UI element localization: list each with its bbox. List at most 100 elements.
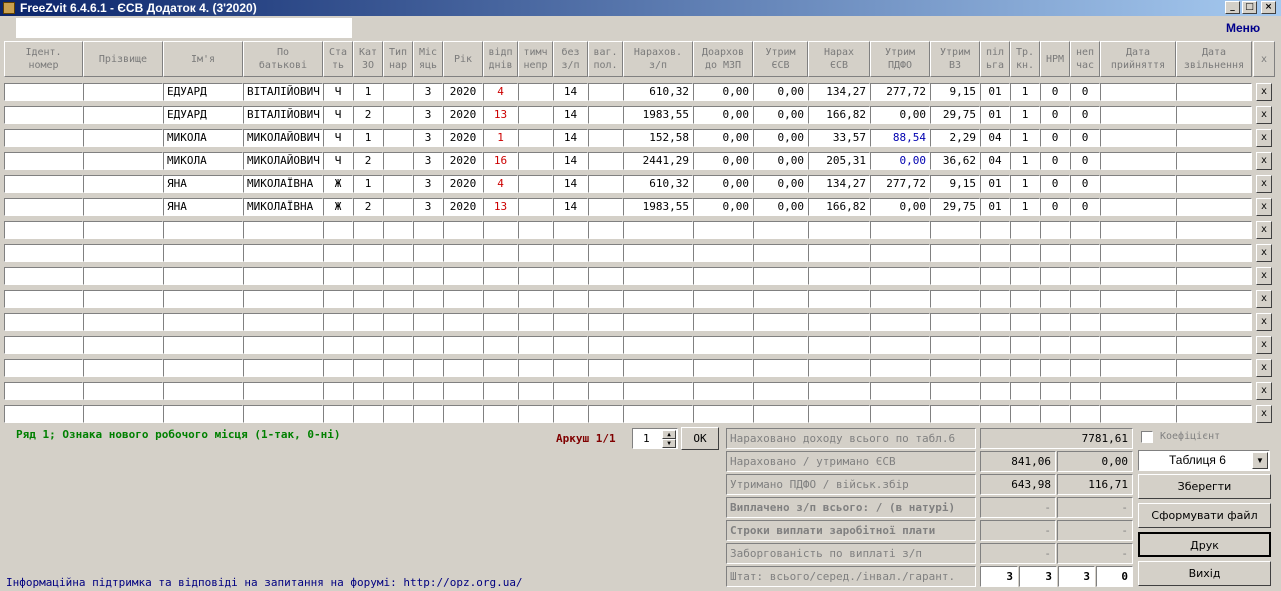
grid-cell-name[interactable] <box>4 244 83 262</box>
grid-cell-year[interactable] <box>443 359 483 377</box>
grid-cell-accrued[interactable] <box>623 313 693 331</box>
grid-cell-cat[interactable]: 1 <box>353 175 383 193</box>
grid-cell-nrm[interactable]: 0 <box>1040 152 1070 170</box>
grid-cell-topup[interactable]: 0,00 <box>693 83 753 101</box>
grid-cell-surname[interactable] <box>83 221 163 239</box>
grid-cell-year[interactable] <box>443 290 483 308</box>
grid-cell-hire[interactable] <box>1100 129 1176 147</box>
grid-cell-nopay[interactable] <box>553 221 588 239</box>
grid-cell-nrm[interactable]: 0 <box>1040 106 1070 124</box>
delete-row-button[interactable]: x <box>1256 152 1272 170</box>
grid-cell-accrued[interactable]: 2441,29 <box>623 152 693 170</box>
grid-cell-nopay[interactable]: 14 <box>553 129 588 147</box>
grid-cell-nrm[interactable] <box>1040 290 1070 308</box>
grid-cell-surname[interactable] <box>83 106 163 124</box>
grid-cell-month[interactable]: 3 <box>413 152 443 170</box>
grid-cell-nopay[interactable]: 14 <box>553 106 588 124</box>
grid-cell-esv_acc[interactable] <box>808 359 870 377</box>
grid-cell-esv_acc[interactable]: 33,57 <box>808 129 870 147</box>
grid-cell-year[interactable] <box>443 221 483 239</box>
grid-cell-fire[interactable] <box>1176 129 1252 147</box>
grid-cell-patronymic[interactable]: МИКОЛАЇВНА <box>243 175 323 193</box>
grid-cell-lgota[interactable]: 01 <box>980 106 1010 124</box>
grid-cell-trkn[interactable] <box>1010 382 1040 400</box>
grid-cell-vz[interactable]: 2,29 <box>930 129 980 147</box>
grid-cell-nepchas[interactable]: 0 <box>1070 175 1100 193</box>
grid-cell-patronymic[interactable] <box>243 290 323 308</box>
grid-cell-month[interactable] <box>413 313 443 331</box>
delete-row-button[interactable]: x <box>1256 382 1272 400</box>
grid-cell-nopay[interactable] <box>553 382 588 400</box>
grid-cell-month[interactable] <box>413 336 443 354</box>
grid-cell-esv_ret[interactable] <box>753 290 808 308</box>
grid-cell-esv_ret[interactable] <box>753 244 808 262</box>
grid-cell-tmp[interactable] <box>518 152 553 170</box>
grid-cell-hire[interactable] <box>1100 382 1176 400</box>
grid-cell-pdfo[interactable] <box>870 267 930 285</box>
grid-cell-topup[interactable]: 0,00 <box>693 129 753 147</box>
grid-cell-nepchas[interactable] <box>1070 290 1100 308</box>
grid-cell-nepchas[interactable]: 0 <box>1070 152 1100 170</box>
delete-row-button[interactable]: x <box>1256 221 1272 239</box>
grid-cell-first[interactable]: ЕДУАРД <box>163 83 243 101</box>
grid-cell-accrued[interactable] <box>623 221 693 239</box>
grid-cell-esv_ret[interactable]: 0,00 <box>753 129 808 147</box>
grid-cell-esv_ret[interactable] <box>753 359 808 377</box>
grid-cell-fire[interactable] <box>1176 198 1252 216</box>
chevron-down-icon[interactable]: ▼ <box>1252 452 1268 469</box>
grid-cell-vac[interactable]: 13 <box>483 106 518 124</box>
grid-cell-lgota[interactable] <box>980 313 1010 331</box>
grid-cell-accrued[interactable] <box>623 290 693 308</box>
grid-cell-accrued[interactable] <box>623 405 693 423</box>
delete-row-button[interactable]: x <box>1256 405 1272 423</box>
grid-cell-lgota[interactable] <box>980 290 1010 308</box>
grid-cell-vac[interactable] <box>483 359 518 377</box>
delete-row-button[interactable]: x <box>1256 106 1272 124</box>
grid-cell-sex[interactable]: Ч <box>323 106 353 124</box>
grid-cell-accrued[interactable] <box>623 244 693 262</box>
exit-button[interactable]: Вихід <box>1138 561 1271 586</box>
grid-cell-pdfo[interactable] <box>870 382 930 400</box>
coefficient-checkbox[interactable] <box>1141 431 1153 443</box>
grid-cell-year[interactable] <box>443 313 483 331</box>
grid-cell-vac[interactable] <box>483 313 518 331</box>
grid-cell-topup[interactable] <box>693 290 753 308</box>
grid-cell-first[interactable] <box>163 359 243 377</box>
grid-cell-sex[interactable]: Ч <box>323 152 353 170</box>
grid-cell-preg[interactable] <box>588 336 623 354</box>
grid-cell-type[interactable] <box>383 175 413 193</box>
grid-cell-hire[interactable] <box>1100 244 1176 262</box>
org-name-field[interactable] <box>16 18 352 38</box>
grid-cell-trkn[interactable] <box>1010 359 1040 377</box>
grid-cell-topup[interactable] <box>693 267 753 285</box>
grid-cell-vz[interactable]: 36,62 <box>930 152 980 170</box>
grid-cell-tmp[interactable] <box>518 405 553 423</box>
grid-cell-vac[interactable] <box>483 267 518 285</box>
grid-cell-month[interactable]: 3 <box>413 106 443 124</box>
grid-cell-patronymic[interactable]: ВІТАЛІЙОВИЧ <box>243 83 323 101</box>
grid-cell-year[interactable]: 2020 <box>443 152 483 170</box>
grid-cell-tmp[interactable] <box>518 106 553 124</box>
grid-cell-esv_ret[interactable] <box>753 336 808 354</box>
grid-cell-tmp[interactable] <box>518 382 553 400</box>
grid-cell-type[interactable] <box>383 267 413 285</box>
grid-cell-nepchas[interactable] <box>1070 313 1100 331</box>
grid-cell-cat[interactable]: 2 <box>353 198 383 216</box>
grid-cell-hire[interactable] <box>1100 106 1176 124</box>
grid-cell-surname[interactable] <box>83 382 163 400</box>
grid-cell-name[interactable] <box>4 106 83 124</box>
grid-cell-esv_acc[interactable]: 205,31 <box>808 152 870 170</box>
grid-cell-nrm[interactable] <box>1040 336 1070 354</box>
grid-cell-trkn[interactable]: 1 <box>1010 106 1040 124</box>
grid-cell-pdfo[interactable] <box>870 290 930 308</box>
grid-cell-month[interactable] <box>413 267 443 285</box>
grid-cell-nepchas[interactable] <box>1070 267 1100 285</box>
grid-cell-patronymic[interactable] <box>243 382 323 400</box>
grid-cell-tmp[interactable] <box>518 221 553 239</box>
grid-cell-tmp[interactable] <box>518 129 553 147</box>
grid-cell-nopay[interactable] <box>553 313 588 331</box>
grid-cell-patronymic[interactable]: МИКОЛАЇВНА <box>243 198 323 216</box>
grid-cell-month[interactable] <box>413 244 443 262</box>
grid-cell-surname[interactable] <box>83 359 163 377</box>
grid-cell-lgota[interactable] <box>980 221 1010 239</box>
